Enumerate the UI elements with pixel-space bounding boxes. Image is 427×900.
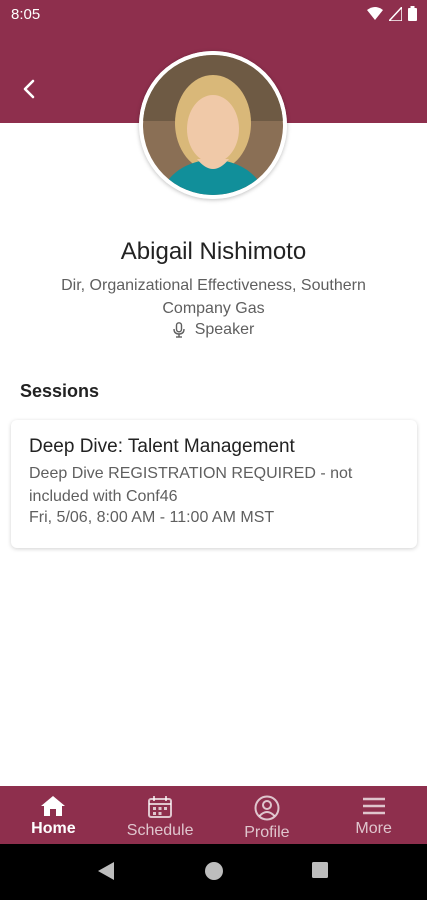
chevron-left-icon xyxy=(23,79,35,99)
status-time: 8:05 xyxy=(11,6,41,23)
microphone-icon xyxy=(173,322,185,338)
status-icons xyxy=(367,6,417,21)
nav-home-label: Home xyxy=(31,820,76,837)
speaker-role: Dir, Organizational Effectiveness, South… xyxy=(61,277,366,317)
signal-icon xyxy=(389,6,402,21)
nav-profile[interactable]: Profile xyxy=(214,786,321,844)
system-back-icon[interactable] xyxy=(97,861,115,881)
nav-schedule[interactable]: Schedule xyxy=(107,786,214,844)
wifi-icon xyxy=(367,6,383,20)
calendar-icon xyxy=(148,796,173,818)
nav-more[interactable]: More xyxy=(320,786,427,844)
bottom-navigation: Home Schedule Profile More xyxy=(0,786,427,844)
status-bar: 8:05 xyxy=(0,0,427,30)
system-home-icon[interactable] xyxy=(204,861,224,881)
speaker-tag-label: Speaker xyxy=(194,321,255,338)
session-time: Fri, 5/06, 8:00 AM - 11:00 AM MST xyxy=(29,509,275,526)
speaker-name: Abigail Nishimoto xyxy=(120,238,307,265)
battery-icon xyxy=(408,6,417,21)
session-title: Deep Dive: Talent Management xyxy=(29,436,295,457)
home-icon xyxy=(41,796,66,816)
speaker-tag: Speaker xyxy=(0,321,427,339)
session-card[interactable]: Deep Dive: Talent Management Deep Dive R… xyxy=(11,420,417,548)
nav-schedule-label: Schedule xyxy=(126,822,194,839)
nav-home[interactable]: Home xyxy=(0,786,107,844)
nav-profile-label: Profile xyxy=(244,824,290,841)
system-recents-icon[interactable] xyxy=(311,861,329,879)
speaker-avatar xyxy=(139,51,287,199)
menu-icon xyxy=(362,797,385,815)
nav-more-label: More xyxy=(355,820,392,837)
back-button[interactable] xyxy=(14,74,44,104)
sessions-heading: Sessions xyxy=(20,381,100,401)
profile-icon xyxy=(254,795,280,821)
session-description: Deep Dive REGISTRATION REQUIRED - not in… xyxy=(29,465,353,505)
system-navigation-bar xyxy=(0,844,427,900)
